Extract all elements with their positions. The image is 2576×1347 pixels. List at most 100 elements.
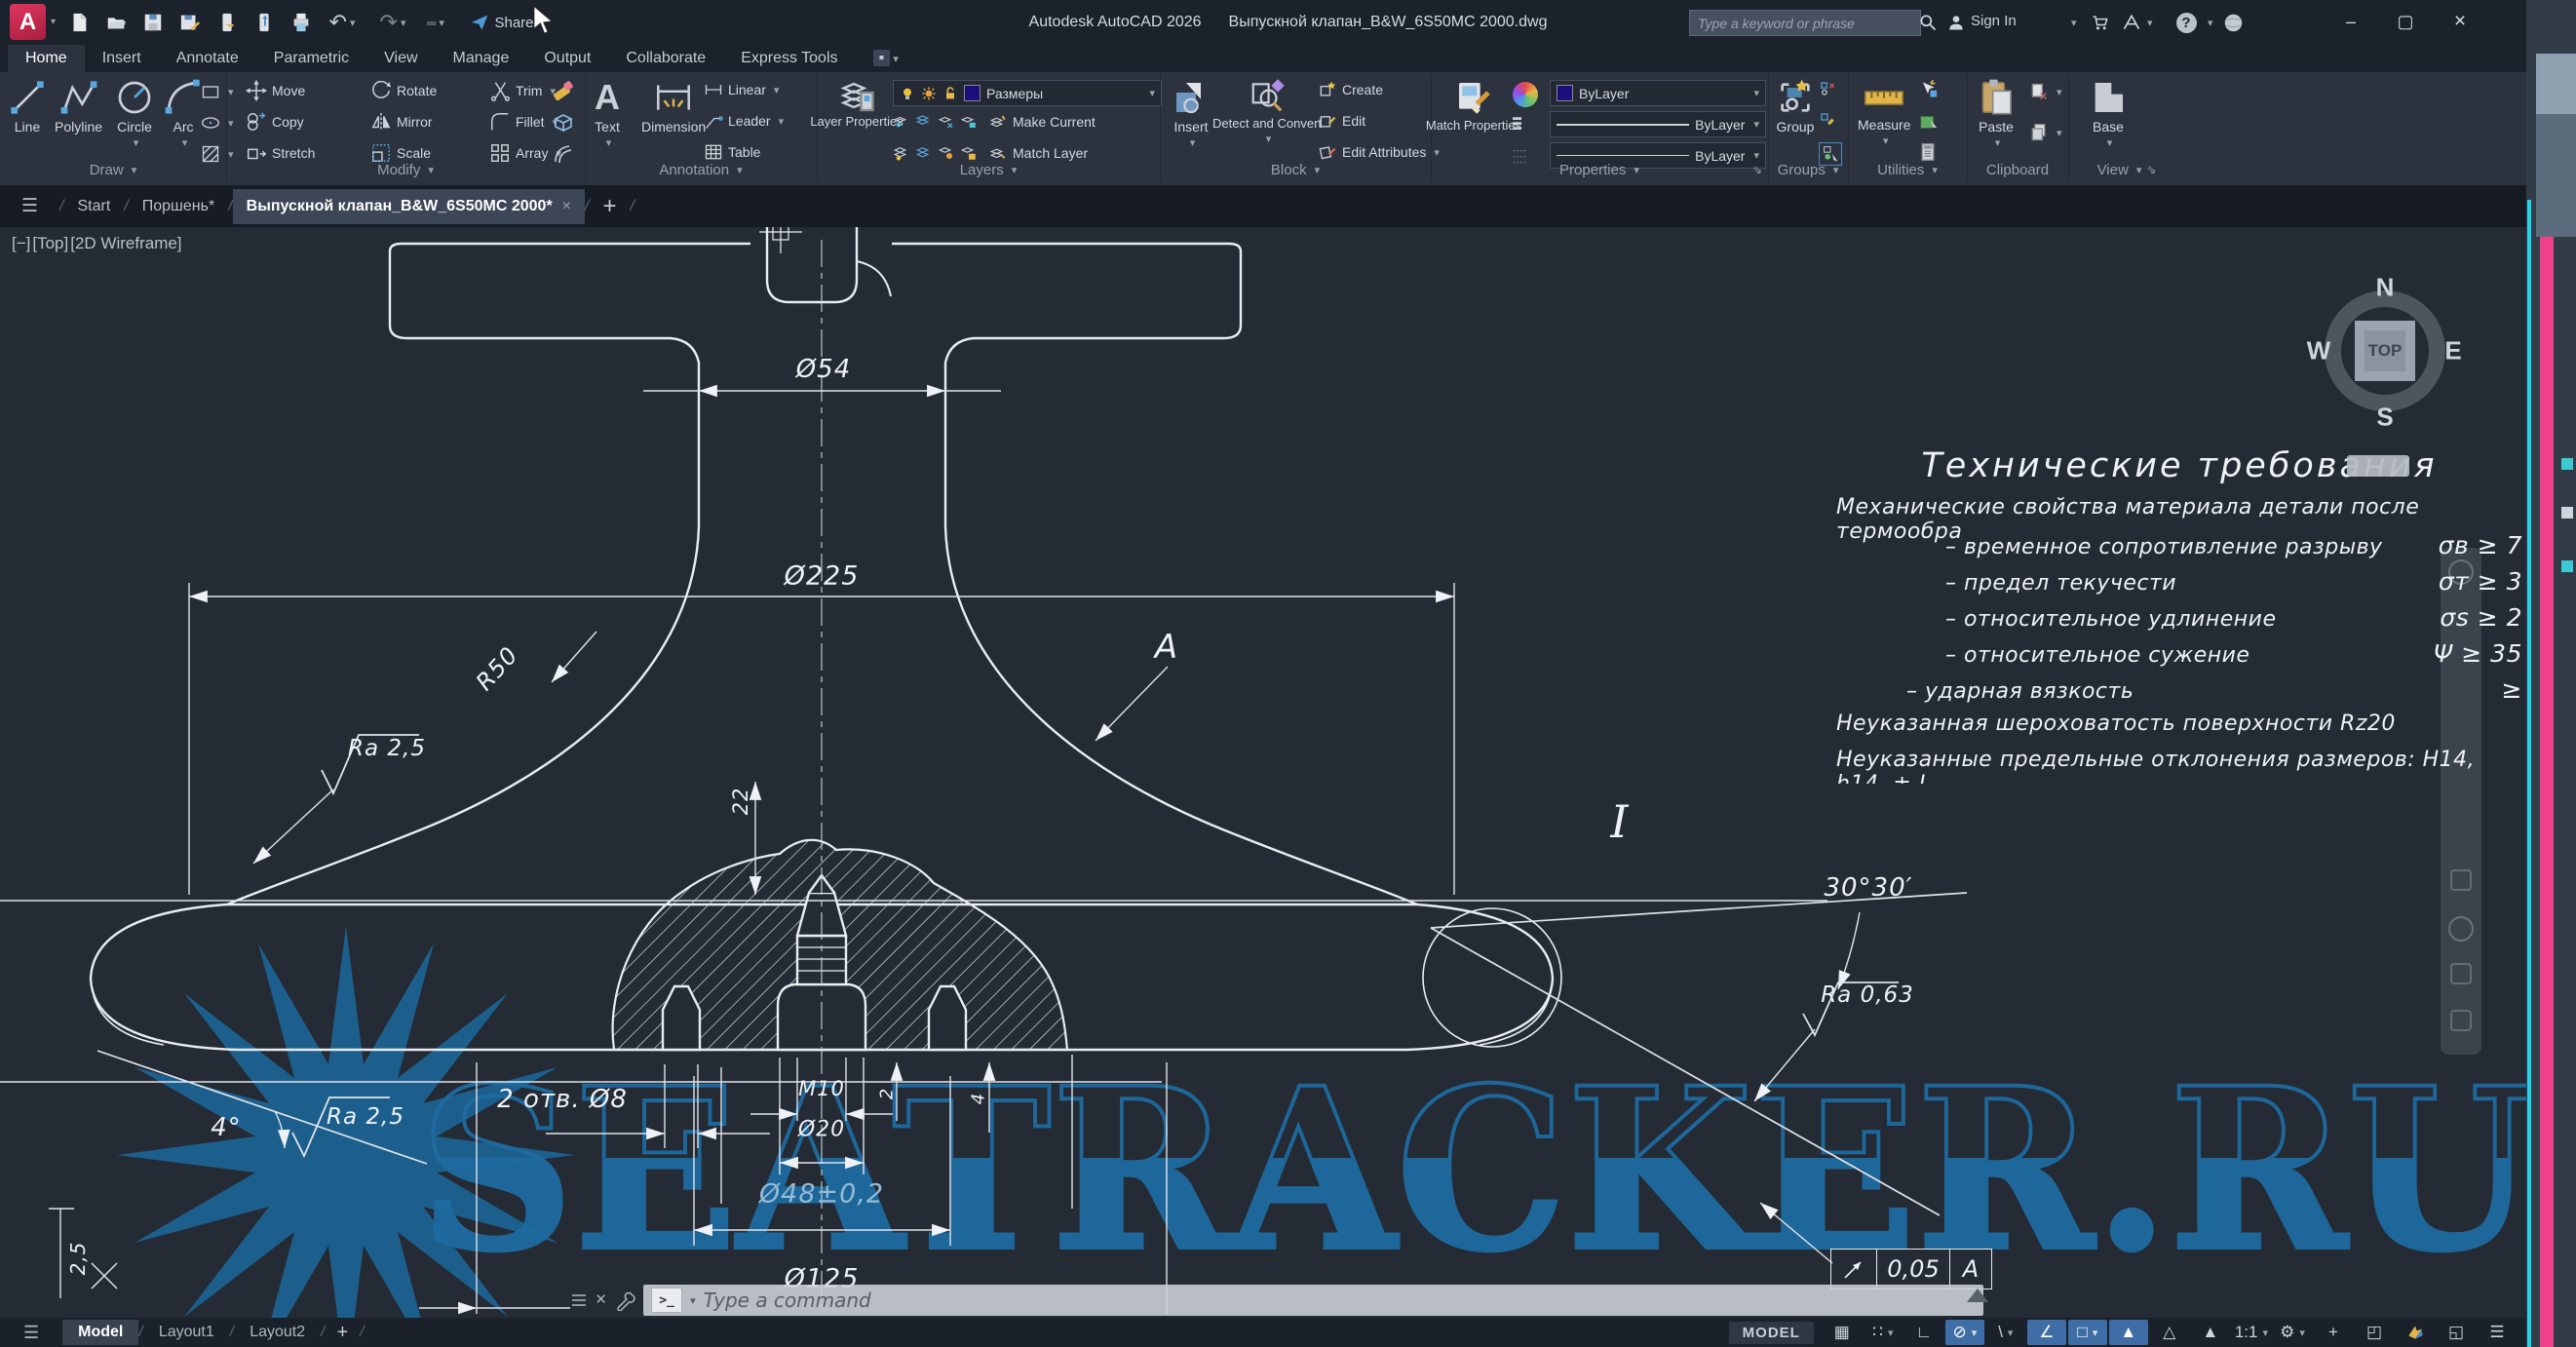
annotation-autoscale-toggle[interactable]: △: [2150, 1320, 2189, 1345]
viewcube[interactable]: TOP N S W E: [2315, 281, 2455, 421]
tab-view[interactable]: View: [366, 45, 435, 72]
save-to-web-mobile-button[interactable]: [250, 8, 279, 37]
maximize-button[interactable]: ▢: [2384, 6, 2427, 37]
isometric-drafting-toggle[interactable]: \▾: [1986, 1320, 2025, 1345]
explode-tool[interactable]: [552, 111, 575, 135]
panel-groups[interactable]: Groups▾: [1768, 158, 1848, 181]
tab-parametric[interactable]: Parametric: [256, 45, 366, 72]
layout-tab-layout1[interactable]: Layout1: [143, 1320, 230, 1345]
search-input[interactable]: Type a keyword or phrase: [1689, 10, 1921, 36]
command-customize-wrench-icon[interactable]: [614, 1289, 635, 1311]
layout-tab-model[interactable]: Model: [62, 1320, 138, 1345]
command-input[interactable]: >_ ▾ Type a command: [643, 1285, 1983, 1316]
panel-draw[interactable]: Draw▾: [0, 158, 226, 181]
save-button[interactable]: [138, 8, 168, 37]
layout-menu-icon[interactable]: ☰: [0, 1323, 62, 1343]
command-drag-handle-icon[interactable]: [570, 1294, 588, 1306]
group-edit-button[interactable]: [1819, 111, 1836, 129]
viewport-controls[interactable]: [−][Top][2D Wireframe]: [12, 234, 182, 253]
trim-tool[interactable]: Trim▾: [489, 80, 556, 101]
measure-button[interactable]: Measure▾: [1858, 78, 1910, 147]
mirror-tool[interactable]: Mirror: [370, 111, 433, 133]
make-current-button[interactable]: Make Current: [988, 113, 1096, 131]
search-icon[interactable]: [1913, 8, 1942, 37]
command-close-icon[interactable]: ×: [596, 1289, 606, 1311]
command-recent-chevron-icon[interactable]: ▾: [690, 1294, 696, 1307]
annotation-visibility-toggle[interactable]: ▲: [2109, 1320, 2148, 1345]
file-tab-porshen[interactable]: Поршень*: [129, 189, 228, 224]
tab-express-tools[interactable]: Express Tools: [723, 45, 855, 72]
panel-layers[interactable]: Layers▾: [817, 158, 1160, 181]
new-file-button[interactable]: [64, 8, 94, 37]
erase-tool[interactable]: [552, 80, 575, 103]
color-wheel-icon[interactable]: [1513, 82, 1538, 107]
viewcube-top-face[interactable]: TOP: [2355, 321, 2415, 381]
rotate-tool[interactable]: Rotate: [370, 80, 437, 101]
tab-output[interactable]: Output: [526, 45, 608, 72]
copy-clip-button[interactable]: ▾: [2029, 123, 2062, 142]
help-chevron-icon[interactable]: ▾: [2208, 17, 2213, 29]
viewport-visual-style-control[interactable]: [2D Wireframe]: [70, 234, 181, 253]
orbit-icon[interactable]: [2450, 963, 2472, 984]
customization-gear-button[interactable]: ⚙▾: [2273, 1320, 2312, 1345]
viewcube-south[interactable]: S: [2376, 403, 2393, 433]
panel-block[interactable]: Block▾: [1160, 158, 1431, 181]
tab-manage[interactable]: Manage: [436, 45, 527, 72]
file-tab-start[interactable]: Start: [64, 189, 125, 224]
open-file-button[interactable]: [101, 8, 131, 37]
signin-chevron-icon[interactable]: ▾: [2071, 17, 2077, 29]
snap-mode-toggle[interactable]: ∷▾: [1864, 1320, 1903, 1345]
quick-select-button[interactable]: [1918, 80, 1938, 99]
undo-button[interactable]: ↶▾: [327, 8, 357, 37]
app-menu-button[interactable]: A: [10, 4, 46, 40]
copy-tool[interactable]: Copy: [246, 111, 304, 133]
layer-tools-row1[interactable]: [893, 113, 978, 131]
tab-insert[interactable]: Insert: [85, 45, 159, 72]
panel-annotation[interactable]: Annotation▾: [585, 158, 817, 181]
open-from-web-mobile-button[interactable]: [212, 8, 242, 37]
fillet-tool[interactable]: Fillet▾: [489, 111, 557, 133]
viewcube-west[interactable]: W: [2307, 336, 2331, 366]
rectangle-tool[interactable]: ▾: [201, 82, 234, 101]
text-tool[interactable]: A Text▾: [595, 78, 620, 149]
file-tab-close-icon[interactable]: ×: [562, 198, 571, 215]
ortho-mode-toggle[interactable]: ∟: [1904, 1320, 1943, 1345]
command-line-window[interactable]: × >_ ▾ Type a command: [570, 1283, 1983, 1318]
panel-view[interactable]: View▾⇘: [2068, 158, 2185, 181]
dimension-tool[interactable]: Dimension: [641, 78, 706, 135]
save-as-button[interactable]: [175, 8, 205, 37]
viewcube-east[interactable]: E: [2444, 336, 2461, 366]
object-color-select[interactable]: ByLayer▾: [1550, 80, 1766, 106]
arc-tool[interactable]: Arc▾: [164, 78, 203, 149]
base-view-button[interactable]: Base▾: [2086, 78, 2131, 149]
panel-modify[interactable]: Modify▾: [226, 158, 585, 181]
match-properties-button[interactable]: Match Properties: [1441, 78, 1507, 133]
panel-properties[interactable]: Properties▾⇘: [1431, 158, 1768, 181]
grid-display-toggle[interactable]: ▦: [1823, 1320, 1862, 1345]
annotation-scale-value[interactable]: 1:1▾: [2232, 1320, 2271, 1345]
file-tab-vypusknoy-klapan[interactable]: Выпускной клапан_B&W_6S50MC 2000* ×: [233, 189, 585, 224]
group-button[interactable]: Group: [1776, 78, 1815, 135]
viewport-view-control[interactable]: [Top]: [32, 234, 68, 253]
layer-select[interactable]: Размеры ▾: [893, 80, 1162, 106]
circle-tool[interactable]: Circle▾: [115, 78, 154, 149]
polar-tracking-toggle[interactable]: ⊘▾: [1945, 1320, 1984, 1345]
model-space-button[interactable]: MODEL: [1729, 1322, 1814, 1344]
plot-button[interactable]: [287, 8, 316, 37]
zoom-icon[interactable]: [2448, 916, 2474, 942]
redo-button[interactable]: ↷▾: [378, 8, 407, 37]
health-dashboard-icon[interactable]: [2218, 8, 2248, 37]
autodesk-chevron-icon[interactable]: ▾: [2147, 17, 2153, 29]
edit-block-button[interactable]: Edit: [1318, 111, 1365, 131]
polyline-tool[interactable]: Polyline: [55, 78, 102, 135]
graphics-performance-button[interactable]: [2396, 1320, 2435, 1345]
status-customization-menu[interactable]: ☰: [2478, 1320, 2517, 1345]
file-tabs-menu-icon[interactable]: ☰: [0, 195, 59, 217]
linear-dimension-tool[interactable]: Linear▾: [704, 80, 779, 99]
help-icon[interactable]: ?: [2172, 8, 2201, 37]
viewport-minimize-control[interactable]: [−]: [12, 234, 30, 253]
move-tool[interactable]: Move: [246, 80, 305, 101]
detect-and-convert-button[interactable]: Detect and Convert▾: [1226, 78, 1308, 145]
tab-annotate[interactable]: Annotate: [159, 45, 256, 72]
layout-tab-layout2[interactable]: Layout2: [234, 1320, 321, 1345]
